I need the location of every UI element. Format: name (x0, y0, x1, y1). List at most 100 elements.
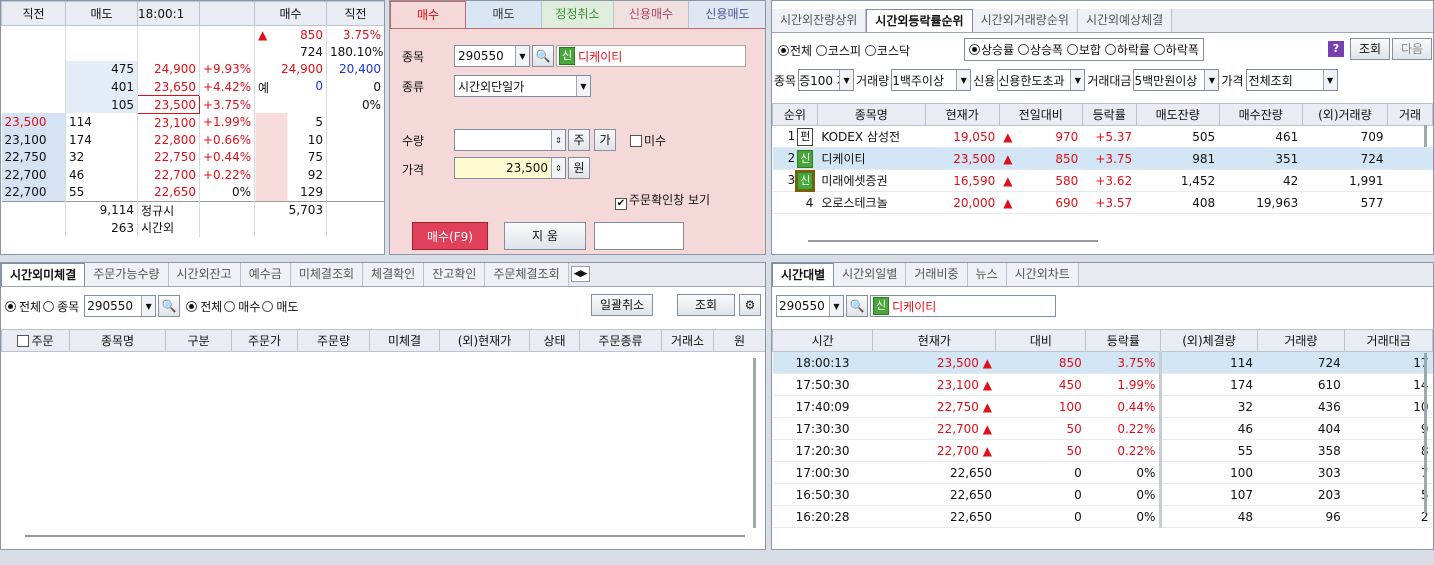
next-button[interactable]: 다음 (1392, 38, 1433, 60)
table-row[interactable]: 3 신 미래에셋증권 16,590 ▲ 580 +3.62 1,452 42 1,991 (772, 169, 1433, 192)
tab-order-fill-query[interactable]: 주문체결조회 (485, 263, 569, 286)
misu-checkbox[interactable]: 미수 (630, 132, 666, 149)
ob-buy-row[interactable]: 22,700 55 22,650 0% 129 (1, 183, 384, 202)
rank-col-header[interactable]: 매수잔량 (1218, 103, 1303, 126)
unfilled-col-header[interactable]: 주문량 (297, 329, 370, 352)
unfilled-col-header[interactable]: 종목명 (69, 329, 166, 352)
radio-kosdaq[interactable] (864, 45, 876, 56)
price-unit-button[interactable]: 가 (594, 129, 616, 151)
shares-unit-button[interactable]: 주 (568, 129, 590, 151)
unfilled-col-header[interactable]: 주문 (1, 329, 70, 352)
rank-col-header[interactable]: 현재가 (924, 103, 1000, 126)
radio-rise-amount[interactable] (1017, 44, 1029, 55)
ob-sell-row[interactable]: 475 24,900 +9.93% 24,900 20,400 (1, 60, 384, 79)
radio-all[interactable] (778, 45, 789, 56)
filter-price-combo[interactable]: 전체조회 ▼ (1245, 69, 1338, 91)
radio-rise-rate[interactable] (969, 44, 980, 55)
query-button[interactable]: 조회 (1350, 38, 1391, 60)
ob-buy-row[interactable]: 23,100 174 22,800 +0.66% 10 (1, 131, 384, 149)
radio-all[interactable] (5, 300, 16, 312)
table-row[interactable]: 17:20:3022,700 ▲500.22%553588 (772, 439, 1433, 462)
clear-button[interactable]: 지 움 (504, 222, 586, 250)
ob-buy-row[interactable]: 22,700 46 22,700 +0.22% 92 (1, 166, 384, 184)
tab-expected[interactable]: 시간외예상체결 (1077, 9, 1173, 32)
ticks-col-header[interactable]: 대비 (995, 329, 1087, 352)
filter-vol-combo[interactable]: 1백주이상 ▼ (891, 69, 972, 91)
unfilled-query-button[interactable]: 조회 (677, 294, 735, 316)
rank-col-header[interactable]: 종목명 (816, 103, 926, 126)
won-unit-button[interactable]: 원 (568, 157, 590, 179)
radio-fall-rate[interactable] (1104, 44, 1116, 55)
chevron-down-icon[interactable]: ▼ (1204, 70, 1219, 90)
unfilled-scrollbar[interactable] (753, 358, 756, 528)
tab-after-balance[interactable]: 시간외잔고 (168, 263, 241, 286)
filter-credit-combo[interactable]: 신용한도초과 ▼ (997, 69, 1086, 91)
spin-icon[interactable]: ⇕ (551, 158, 565, 178)
search-icon[interactable]: 🔍 (532, 45, 554, 67)
unfilled-col-header[interactable]: (외)현재가 (439, 329, 530, 352)
rank-col-header[interactable]: 거래 (1387, 103, 1433, 126)
confirm-checkbox[interactable]: ✔ 주문확인창 보기 (615, 191, 710, 210)
table-row[interactable]: 16:50:30 22,65000%1072035 (772, 483, 1433, 506)
rank-col-header[interactable]: 순위 (772, 103, 818, 126)
unfilled-hscroll[interactable] (25, 535, 745, 537)
memo-input[interactable] (594, 222, 684, 250)
chevron-down-icon[interactable]: ▼ (829, 296, 843, 316)
radio-fall-amount[interactable] (1153, 44, 1165, 55)
order-type-combo[interactable]: 시간외단일가 ▼ (454, 75, 591, 97)
ticks-col-header[interactable]: 거래대금 (1344, 329, 1433, 352)
checkbox-icon[interactable] (17, 335, 30, 347)
unfilled-col-header[interactable]: 거래소 (661, 329, 714, 352)
chevron-down-icon[interactable]: ▼ (141, 296, 156, 316)
check-icon[interactable]: ✔ (615, 198, 627, 210)
buy-f9-button[interactable]: 매수(F9) (412, 222, 488, 250)
table-row[interactable]: 17:50:30 23,100 ▲ 450 1.99% 174 610 14 (772, 373, 1433, 396)
ticks-col-header[interactable]: (외)체결량 (1160, 329, 1258, 352)
ranking-scrollbar[interactable] (1424, 125, 1427, 147)
filter-jm-combo[interactable]: 증100 제외▼ (798, 69, 855, 91)
tab-rate-rank[interactable]: 시간외등락률순위 (866, 9, 973, 32)
tab-credit-buy[interactable]: 신용매수 (614, 1, 689, 28)
tab-modify-cancel[interactable]: 정정취소 (542, 1, 614, 28)
unfilled-col-header[interactable]: 미체결 (369, 329, 440, 352)
tab-remain-top[interactable]: 시간외잔량상위 (772, 9, 867, 32)
checkbox-icon[interactable] (630, 135, 642, 147)
tab-deposit[interactable]: 예수금 (240, 263, 291, 286)
ticks-scrollbar[interactable] (1424, 353, 1427, 513)
unfilled-col-header[interactable]: 주문종류 (579, 329, 662, 352)
table-row[interactable]: 18:00:13 23,500 ▲ 850 3.75% 114 724 17 (772, 351, 1433, 374)
tab-scroll-arrows[interactable]: ◀▶ (570, 266, 591, 282)
tab-news[interactable]: 뉴스 (967, 263, 1007, 286)
tab-volume-rank[interactable]: 시간외거래량순위 (972, 9, 1078, 32)
unfilled-col-header[interactable]: 주문가 (231, 329, 298, 352)
cancel-all-button[interactable]: 일괄취소 (591, 294, 654, 316)
tab-orderable-qty[interactable]: 주문가능수량 (85, 263, 169, 286)
chevron-down-icon[interactable]: ▼ (576, 76, 590, 96)
code-combo[interactable]: 290550 ▼ (454, 45, 530, 67)
unfilled-code-combo[interactable]: 290550 ▼ (84, 295, 157, 317)
stock-name-field[interactable]: 신 디케이티 (556, 45, 746, 67)
tab-trade-share[interactable]: 거래비중 (906, 263, 968, 286)
ob-buy-row[interactable]: 22,750 32 22,750 +0.44% 75 (1, 148, 384, 167)
ranking-hscroll[interactable] (808, 240, 1098, 242)
rank-col-header[interactable]: 전일대비 (998, 103, 1083, 126)
ob-buy-row[interactable]: 23,500 114 23,100 +1.99% 5 (1, 113, 384, 132)
radio-sell[interactable] (262, 300, 274, 312)
unfilled-col-header[interactable]: 원 (713, 329, 765, 352)
search-icon[interactable]: 🔍 (158, 295, 181, 317)
table-row[interactable]: 17:30:3022,700 ▲500.22%464049 (772, 417, 1433, 440)
tab-after-daily[interactable]: 시간외일별 (834, 263, 907, 286)
table-row[interactable]: 1 펀 KODEX 삼성전 19,050 ▲ 970 +5.37 505 461 709 (772, 125, 1433, 148)
unfilled-col-header[interactable]: 상태 (529, 329, 580, 352)
chevron-down-icon[interactable]: ▼ (839, 70, 854, 90)
ticks-code-combo[interactable]: 290550 ▼ (776, 295, 844, 317)
ticks-col-header[interactable]: 시간 (772, 329, 874, 352)
tab-after-unfilled[interactable]: 시간외미체결 (1, 263, 86, 286)
chevron-down-icon[interactable]: ▼ (956, 70, 971, 90)
table-row[interactable]: 2 신 디케이티 23,500 ▲ 850 +3.75 981 351 724 (772, 147, 1433, 170)
tab-sell[interactable]: 매도 (466, 1, 542, 28)
ticks-name-field[interactable]: 신 디케이티 (870, 295, 1056, 317)
tab-by-time[interactable]: 시간대별 (772, 263, 835, 286)
table-row[interactable]: 16:20:28 22,650 0 0% 48 96 2 (772, 505, 1433, 528)
price-input[interactable]: 23,500 ⇕ (454, 157, 566, 179)
